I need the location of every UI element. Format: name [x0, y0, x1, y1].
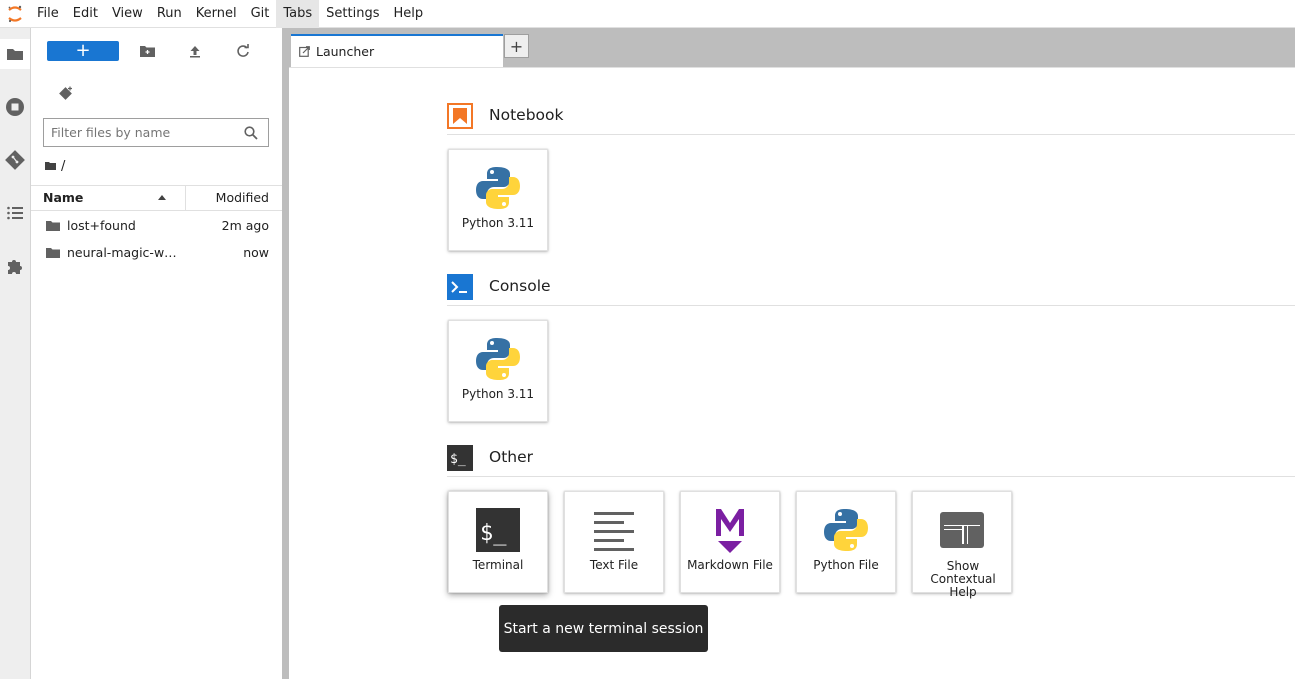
breadcrumb: / — [45, 158, 65, 174]
refresh-icon[interactable] — [231, 41, 255, 61]
tooltip: Start a new terminal session — [499, 605, 708, 652]
card-label: Show Contextual Help — [930, 559, 996, 599]
file-row[interactable]: lost+found 2m ago — [31, 212, 282, 239]
new-launcher-label: + — [75, 40, 91, 61]
upload-icon[interactable] — [183, 41, 207, 61]
launcher-card-console-python[interactable]: Python 3.11 — [448, 320, 548, 422]
other-terminal-icon: $_ — [447, 445, 473, 471]
card-label: Python 3.11 — [461, 216, 535, 230]
section-title: Console — [489, 277, 551, 295]
main-tab-bar: Launcher + — [289, 28, 1295, 67]
file-name: lost+found — [67, 218, 136, 233]
launcher-tab-icon — [299, 46, 310, 57]
python-icon — [449, 329, 547, 389]
section-title: Other — [489, 448, 534, 466]
jupyter-logo-icon — [0, 0, 30, 28]
card-label: Terminal — [472, 558, 524, 572]
python-icon — [797, 500, 895, 560]
card-label: Markdown File — [687, 558, 773, 572]
extension-icon[interactable] — [0, 251, 30, 281]
terminal-icon: $_ — [449, 500, 547, 560]
section-other: $_ Other — [447, 443, 1295, 477]
menu-view[interactable]: View — [105, 0, 150, 28]
column-header-name[interactable]: Name — [31, 186, 185, 210]
file-row[interactable]: neural-magic-w… now — [31, 239, 282, 266]
running-icon[interactable] — [0, 92, 30, 122]
menu-git[interactable]: Git — [244, 0, 277, 28]
left-activity-bar — [0, 28, 31, 679]
card-label: Python File — [813, 558, 879, 572]
menu-tabs[interactable]: Tabs — [276, 0, 320, 28]
new-folder-icon[interactable] — [135, 41, 159, 61]
sort-ascending-icon — [158, 195, 166, 200]
launcher-card-terminal[interactable]: $_ Terminal — [448, 491, 548, 593]
add-tab-button[interactable]: + — [504, 34, 529, 58]
git-clone-icon[interactable] — [55, 83, 77, 103]
launcher-card-text-file[interactable]: Text File — [564, 491, 664, 593]
console-icon — [447, 274, 473, 300]
tab-launcher[interactable]: Launcher — [291, 34, 503, 67]
file-name: neural-magic-w… — [67, 245, 177, 260]
notebook-icon — [447, 103, 473, 129]
section-console: Console — [447, 272, 1295, 306]
launcher-card-notebook-python[interactable]: Python 3.11 — [448, 149, 548, 251]
folder-icon — [31, 220, 67, 231]
column-name-label: Name — [43, 190, 84, 205]
text-file-icon — [565, 500, 663, 560]
filter-files-box — [43, 118, 269, 147]
card-label: Text File — [589, 558, 639, 572]
search-icon[interactable] — [244, 125, 258, 144]
breadcrumb-home-folder-icon[interactable] — [45, 159, 56, 174]
menu-file[interactable]: File — [30, 0, 66, 28]
file-modified: 2m ago — [221, 218, 269, 233]
menu-run[interactable]: Run — [150, 0, 189, 28]
svg-text:$_: $_ — [450, 452, 466, 467]
menu-settings[interactable]: Settings — [319, 0, 386, 28]
contextual-help-icon — [913, 500, 1011, 560]
launcher-card-markdown-file[interactable]: Markdown File — [680, 491, 780, 593]
panel-resize-handle[interactable] — [282, 28, 289, 679]
git-icon[interactable] — [0, 145, 30, 175]
filter-files-input[interactable] — [44, 119, 234, 146]
breadcrumb-path[interactable]: / — [61, 159, 65, 174]
tab-label: Launcher — [316, 44, 375, 59]
file-listing-header: Name Modified — [31, 185, 282, 211]
menu-edit[interactable]: Edit — [66, 0, 105, 28]
card-label: Python 3.11 — [461, 387, 535, 401]
file-modified: now — [243, 245, 269, 260]
menu-help[interactable]: Help — [387, 0, 431, 28]
launcher-panel: Notebook Python 3.11 Console Python 3.11… — [289, 67, 1295, 679]
file-browser-panel: + / Name Modified lost+found 2m a — [31, 28, 282, 679]
folder-icon — [31, 247, 67, 258]
table-of-contents-icon[interactable] — [0, 198, 30, 228]
launcher-card-contextual-help[interactable]: Show Contextual Help — [912, 491, 1012, 599]
column-header-modified[interactable]: Modified — [185, 186, 282, 210]
launcher-card-python-file[interactable]: Python File — [796, 491, 896, 593]
new-launcher-button[interactable]: + — [47, 41, 119, 61]
menu-kernel[interactable]: Kernel — [189, 0, 244, 28]
svg-text:$_: $_ — [480, 521, 507, 546]
section-notebook: Notebook — [447, 101, 1295, 135]
python-icon — [449, 158, 547, 218]
markdown-icon — [681, 500, 779, 560]
menu-bar: File Edit View Run Kernel Git Tabs Setti… — [0, 0, 1295, 28]
folder-icon[interactable] — [0, 39, 30, 69]
section-title: Notebook — [489, 106, 564, 124]
